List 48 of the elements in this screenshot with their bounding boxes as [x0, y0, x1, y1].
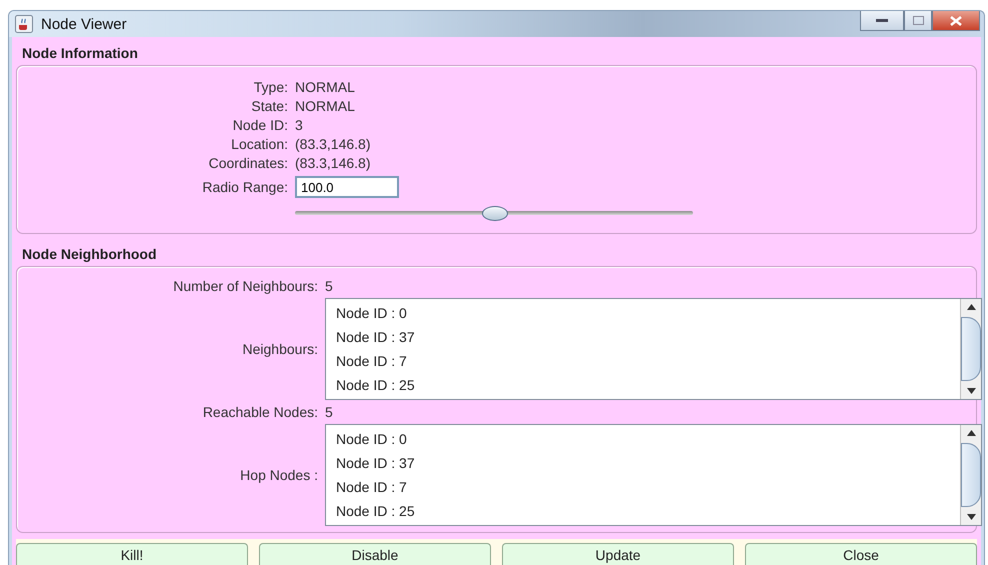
node-list[interactable]: Node ID : 0 Node ID : 37 Node ID : 7 Node ID : 25 — [325, 298, 982, 400]
maximize-icon — [912, 16, 924, 25]
list-item[interactable]: Node ID : 7 — [336, 349, 960, 373]
maximize-button[interactable] — [904, 11, 932, 31]
list-item[interactable]: Node ID : 37 — [336, 325, 960, 349]
slider-thumb[interactable] — [482, 206, 508, 221]
section-title: Node Neighborhood — [21, 245, 158, 264]
close-icon — [950, 16, 962, 26]
scroll-thumb[interactable] — [961, 443, 981, 507]
field-value: NORMAL — [295, 78, 356, 96]
scrollbar[interactable] — [960, 299, 981, 399]
field-label: Hop Nodes : — [239, 466, 318, 484]
radio-range-field[interactable]: 100.0 — [295, 176, 399, 198]
field-label: Number of Neighbours: — [172, 277, 318, 295]
field-label: Neighbours: — [242, 340, 318, 358]
range-slider[interactable] — [295, 203, 693, 223]
node-list[interactable]: Node ID : 0 Node ID : 37 Node ID : 7 Node ID : 25 — [325, 424, 982, 526]
field-value: 3 — [295, 116, 304, 134]
field-label: Coordinates: — [208, 154, 288, 172]
field-label: Type: — [252, 78, 288, 96]
action-button[interactable]: Update — [502, 543, 734, 565]
scroll-thumb[interactable] — [961, 317, 981, 381]
list-item[interactable]: Node ID : 0 — [336, 427, 960, 451]
field-label: Reachable Nodes: — [202, 403, 318, 421]
action-button[interactable]: Disable — [259, 543, 491, 565]
list-item[interactable]: Node ID : 7 — [336, 475, 960, 499]
window-title: Node Viewer — [41, 16, 127, 32]
list-item[interactable]: Node ID : 37 — [336, 451, 960, 475]
action-button[interactable]: Close — [745, 543, 977, 565]
field-label: Location: — [230, 135, 288, 153]
list-item[interactable]: Node ID : 25 — [336, 373, 960, 397]
field-value: (83.3,146.8) — [295, 135, 372, 153]
list-item[interactable]: Node ID : 0 — [336, 301, 960, 325]
field-label: State: — [250, 97, 288, 115]
section-title: Node Information — [21, 44, 139, 63]
field-label: Node ID: — [232, 116, 288, 134]
minimize-icon — [876, 18, 888, 22]
field-label: Radio Range: — [201, 178, 288, 196]
list-item[interactable]: Node ID : 25 — [336, 499, 960, 523]
field-value: 5 — [325, 277, 334, 295]
field-value: NORMAL — [295, 97, 356, 115]
action-button[interactable]: Kill! — [16, 543, 248, 565]
close-button[interactable] — [932, 11, 980, 31]
coffee-cup-icon — [15, 15, 33, 33]
field-value: (83.3,146.8) — [295, 154, 372, 172]
field-value: 5 — [325, 403, 334, 421]
minimize-button[interactable] — [860, 11, 904, 31]
scrollbar[interactable] — [960, 425, 981, 525]
